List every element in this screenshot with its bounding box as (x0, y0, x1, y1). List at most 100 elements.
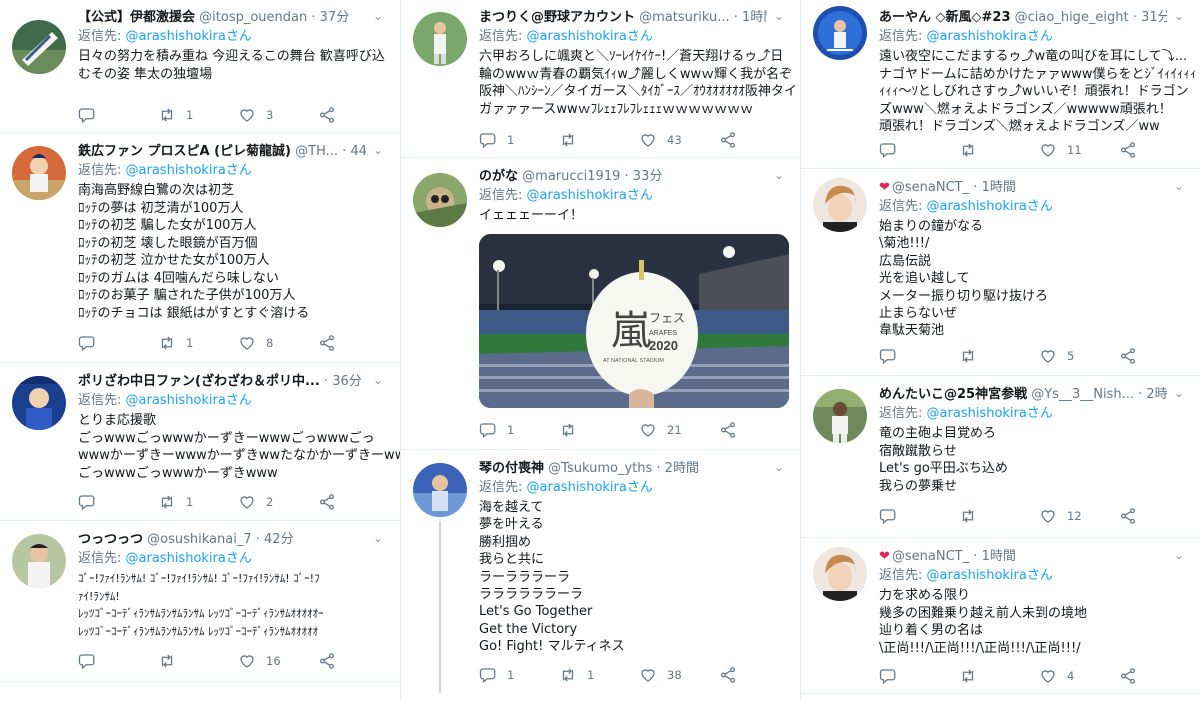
chevron-down-icon[interactable]: ⌄ (370, 8, 386, 24)
mention-link[interactable]: @arashishokiraさん (927, 199, 1053, 214)
user-handle[interactable]: @Ys__3__Nish... (1031, 387, 1134, 402)
display-name[interactable]: のがな (479, 169, 518, 184)
share-button[interactable] (318, 104, 336, 126)
chevron-down-icon[interactable]: ⌄ (370, 530, 386, 546)
avatar[interactable] (413, 173, 467, 227)
share-button[interactable] (719, 419, 737, 441)
reply-button[interactable] (879, 505, 907, 527)
chevron-down-icon[interactable]: ⌄ (1171, 385, 1187, 401)
retweet-button[interactable] (559, 419, 587, 441)
user-handle[interactable]: @senaNCT_ (892, 180, 969, 195)
user-handle[interactable]: @osushikanai_7 (147, 532, 251, 547)
like-button[interactable]: 43 (639, 129, 682, 151)
timestamp[interactable]: 36分 (332, 374, 362, 389)
user-handle[interactable]: @TH... (295, 144, 338, 159)
chevron-down-icon[interactable]: ⌄ (771, 8, 787, 24)
like-button[interactable]: 5 (1039, 345, 1074, 367)
retweet-button[interactable] (959, 665, 987, 687)
mention-link[interactable]: @arashishokiraさん (527, 188, 653, 203)
tweet-card[interactable]: まつりく@野球アカウント @matsuriku... · 1時間 ⌄ 返信先: … (401, 0, 801, 158)
like-button[interactable]: 8 (238, 332, 273, 354)
share-button[interactable] (1119, 665, 1137, 687)
like-button[interactable]: 3 (238, 104, 273, 126)
share-button[interactable] (1119, 345, 1137, 367)
chevron-down-icon[interactable]: ⌄ (771, 459, 787, 475)
reply-button[interactable] (78, 332, 106, 354)
like-button[interactable]: 12 (1039, 505, 1082, 527)
display-name[interactable]: あーやん ◇新風◇#23 (879, 10, 1011, 25)
retweet-button[interactable]: 1 (559, 664, 594, 686)
tweet-card[interactable]: 琴の付喪神 @Tsukumo_yths · 2時間 ⌄ 返信先: @arashi… (401, 451, 801, 701)
mention-link[interactable]: @arashishokiraさん (927, 568, 1053, 583)
display-name[interactable]: めんたいこ@25神宮参戦 (879, 387, 1027, 402)
retweet-button[interactable] (559, 129, 587, 151)
share-button[interactable] (1119, 505, 1137, 527)
share-button[interactable] (318, 650, 336, 672)
share-button[interactable] (719, 129, 737, 151)
tweet-card[interactable]: 鉄広ファン プロスピA (ピレ菊龍誠) @TH... · 44分 ⌄ 返信先: … (0, 134, 400, 363)
timestamp[interactable]: 42分 (264, 532, 294, 547)
avatar[interactable] (12, 20, 66, 74)
retweet-button[interactable]: 1 (158, 104, 193, 126)
reply-button[interactable]: 1 (479, 129, 514, 151)
reply-button[interactable]: 1 (479, 419, 514, 441)
tweet-card[interactable]: あーやん ◇新風◇#23 @ciao_hige_eight · 31分 ⌄ 返信… (801, 0, 1200, 169)
reply-button[interactable] (78, 650, 106, 672)
share-button[interactable] (318, 332, 336, 354)
avatar[interactable] (813, 6, 867, 60)
like-button[interactable]: 38 (639, 664, 682, 686)
timestamp[interactable]: 31分 (1141, 10, 1167, 25)
user-handle[interactable]: @ciao_hige_eight (1015, 10, 1129, 25)
avatar[interactable] (413, 12, 467, 66)
like-button[interactable]: 21 (639, 419, 682, 441)
avatar[interactable] (12, 376, 66, 430)
timestamp[interactable]: 2時間 (1146, 387, 1167, 402)
timestamp[interactable]: 1時間 (982, 549, 1016, 564)
user-handle[interactable]: @itosp_ouendan (199, 10, 307, 25)
avatar[interactable] (813, 389, 867, 443)
avatar[interactable] (12, 146, 66, 200)
display-name[interactable]: 琴の付喪神 (479, 461, 544, 476)
user-handle[interactable]: @marucci1919 (522, 169, 620, 184)
chevron-down-icon[interactable]: ⌄ (370, 142, 386, 158)
user-handle[interactable]: @Tsukumo_yths (548, 461, 652, 476)
display-name[interactable]: ポリざわ中日ファン(ざわざわ＆ポリ中... (78, 374, 320, 389)
chevron-down-icon[interactable]: ⌄ (1171, 178, 1187, 194)
mention-link[interactable]: @arashishokiraさん (126, 551, 252, 566)
mention-link[interactable]: @arashishokiraさん (126, 163, 252, 178)
reply-button[interactable] (879, 665, 907, 687)
timestamp[interactable]: 44分 (350, 144, 366, 159)
display-name[interactable]: つっつっつ (78, 532, 143, 547)
retweet-button[interactable] (959, 345, 987, 367)
display-name[interactable]: まつりく@野球アカウント (479, 10, 635, 25)
reply-button[interactable]: 1 (479, 664, 514, 686)
retweet-button[interactable]: 1 (158, 332, 193, 354)
avatar[interactable] (813, 547, 867, 601)
mention-link[interactable]: @arashishokiraさん (927, 29, 1053, 44)
timestamp[interactable]: 2時間 (665, 461, 699, 476)
avatar[interactable] (413, 463, 467, 517)
avatar[interactable] (12, 534, 66, 588)
timestamp[interactable]: 1時間 (982, 180, 1016, 195)
user-handle[interactable]: @matsuriku... (639, 10, 729, 25)
timestamp[interactable]: 33分 (633, 169, 663, 184)
mention-link[interactable]: @arashishokiraさん (527, 29, 653, 44)
tweet-card[interactable]: のがな @marucci1919 · 33分 ⌄ 返信先: @arashisho… (401, 159, 801, 450)
mention-link[interactable]: @arashishokiraさん (527, 480, 653, 495)
chevron-down-icon[interactable]: ⌄ (1171, 547, 1187, 563)
tweet-card[interactable]: つっつっつ @osushikanai_7 · 42分 ⌄ 返信先: @arash… (0, 522, 400, 682)
mention-link[interactable]: @arashishokiraさん (126, 393, 252, 408)
tweet-card[interactable]: ❤ @senaNCT_ · 1時間 ⌄ 返信先: @arashishokiraさん… (801, 170, 1200, 376)
chevron-down-icon[interactable]: ⌄ (370, 372, 386, 388)
reply-button[interactable] (78, 104, 106, 126)
like-button[interactable]: 4 (1039, 665, 1074, 687)
avatar[interactable] (813, 178, 867, 232)
timestamp[interactable]: 1時間 (742, 10, 767, 25)
mention-link[interactable]: @arashishokiraさん (126, 29, 252, 44)
reply-button[interactable] (879, 139, 907, 161)
share-button[interactable] (318, 491, 336, 513)
reply-button[interactable] (78, 491, 106, 513)
like-button[interactable]: 11 (1039, 139, 1082, 161)
retweet-button[interactable] (158, 650, 186, 672)
like-button[interactable]: 2 (238, 491, 273, 513)
